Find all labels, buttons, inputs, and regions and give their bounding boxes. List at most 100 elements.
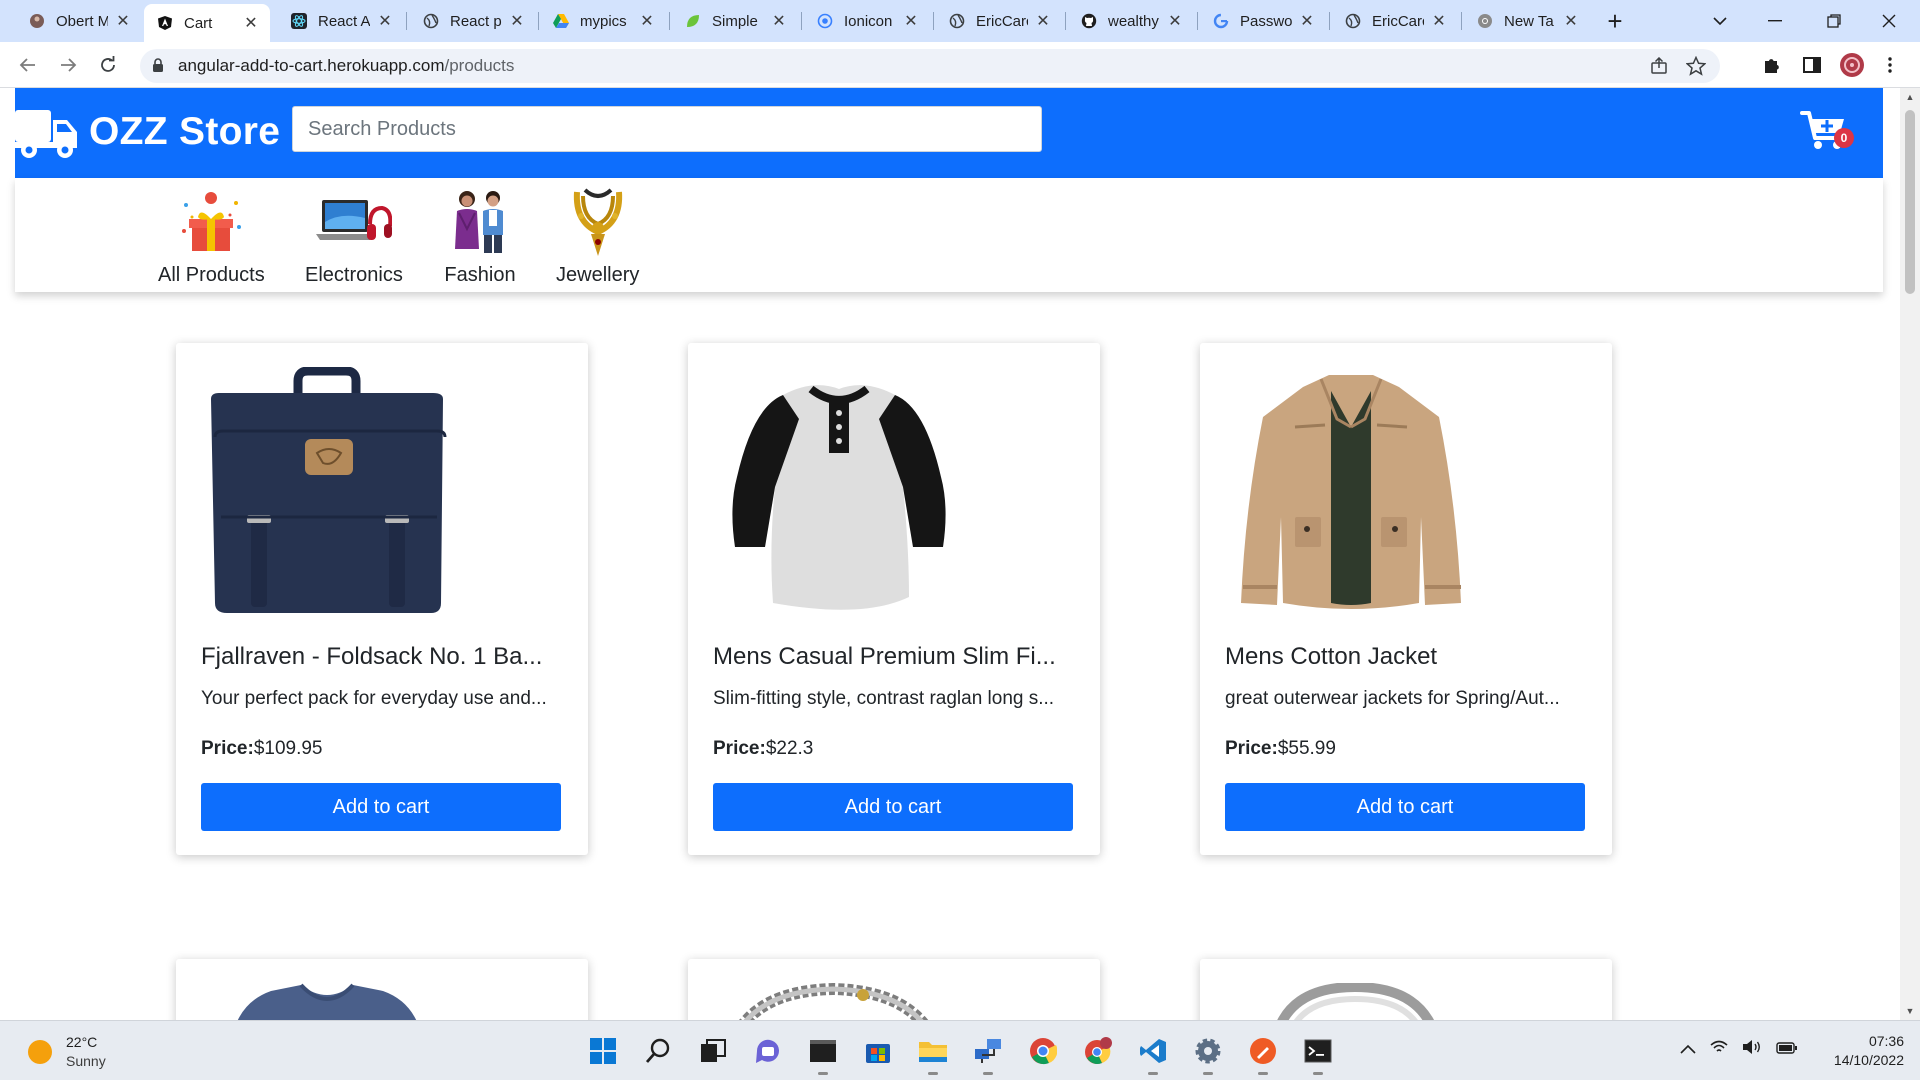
- taskbar-vscode-app[interactable]: [1135, 1033, 1171, 1075]
- taskbar-search-button[interactable]: [640, 1033, 676, 1069]
- browser-tab-strip: Obert M ✕ Cart ✕ React A ✕ React p ✕ myp…: [0, 0, 1920, 42]
- reload-button[interactable]: [92, 49, 124, 81]
- product-card: Fjallraven - Foldsack No. 1 Ba... Your p…: [176, 343, 588, 855]
- taskbar-settings-app[interactable]: [1190, 1033, 1226, 1075]
- task-view-button[interactable]: [695, 1033, 731, 1069]
- address-bar[interactable]: angular-add-to-cart.herokuapp.com/produc…: [140, 49, 1720, 83]
- raglan-shirt-image: [713, 367, 965, 615]
- category-jewellery[interactable]: Jewellery: [556, 186, 639, 287]
- page-scrollbar[interactable]: ▲ ▼: [1900, 88, 1920, 1020]
- browser-tab[interactable]: New Ta ✕: [1464, 6, 1590, 36]
- tab-divider: [669, 12, 670, 30]
- clock-date: 14/10/2022: [1833, 1052, 1904, 1068]
- add-to-cart-button[interactable]: Add to cart: [713, 783, 1073, 831]
- forward-button[interactable]: [52, 49, 84, 81]
- browser-tab[interactable]: Obert M ✕: [16, 6, 142, 36]
- taskbar-postman-app[interactable]: [1245, 1033, 1281, 1075]
- store-brand-name: OZZ Store: [89, 110, 281, 153]
- taskbar-cmd-app[interactable]: [1300, 1033, 1336, 1075]
- product-title[interactable]: Mens Cotton Jacket: [1225, 643, 1595, 671]
- share-icon[interactable]: [1650, 56, 1668, 80]
- gold-necklace-icon: [560, 186, 636, 258]
- taskbar-network-app[interactable]: [970, 1033, 1006, 1075]
- taskbar-chrome-app[interactable]: [1025, 1033, 1061, 1069]
- browser-tab-active[interactable]: Cart ✕: [144, 4, 270, 42]
- tab-close-icon[interactable]: ✕: [1034, 11, 1052, 31]
- browser-tab[interactable]: wealthy ✕: [1068, 6, 1194, 36]
- tab-close-icon[interactable]: ✕: [114, 11, 132, 31]
- page-viewport: OZZ Store 0: [0, 88, 1920, 1020]
- volume-icon[interactable]: [1742, 1039, 1762, 1060]
- price-label: Price:: [713, 738, 766, 759]
- chrome-menu-button[interactable]: [1878, 49, 1902, 81]
- taskbar-store-app[interactable]: [860, 1033, 896, 1069]
- browser-tab[interactable]: Simple ✕: [672, 6, 798, 36]
- weather-temperature: 22°C: [66, 1034, 98, 1050]
- tab-label: Ionicon: [844, 12, 893, 30]
- tab-divider: [1461, 12, 1462, 30]
- tab-close-icon[interactable]: ✕: [638, 11, 656, 31]
- globe-icon: [1344, 12, 1362, 30]
- taskbar-terminal-app[interactable]: [805, 1033, 841, 1075]
- taskbar-chrome-profile-app[interactable]: [1080, 1033, 1116, 1069]
- browser-tab[interactable]: EricCarc ✕: [1332, 6, 1458, 36]
- cart-count-badge: 0: [1834, 128, 1854, 148]
- tab-close-icon[interactable]: ✕: [376, 11, 394, 31]
- category-fashion[interactable]: Fashion: [442, 186, 518, 287]
- product-title[interactable]: Mens Casual Premium Slim Fi...: [713, 643, 1083, 671]
- teams-chat-button[interactable]: [750, 1033, 786, 1069]
- tab-label: React A: [318, 12, 370, 30]
- scroll-up-arrow-icon[interactable]: ▲: [1900, 88, 1920, 106]
- show-hidden-icons-button[interactable]: [1680, 1041, 1696, 1059]
- category-all-products[interactable]: All Products: [158, 186, 265, 287]
- browser-tab[interactable]: React A ✕: [278, 6, 404, 36]
- tab-label: Simple: [712, 12, 758, 30]
- weather-widget[interactable]: 22°C Sunny: [28, 1033, 106, 1071]
- store-logo[interactable]: OZZ Store: [15, 102, 280, 162]
- add-to-cart-button[interactable]: Add to cart: [1225, 783, 1585, 831]
- browser-tab[interactable]: mypics ✕: [540, 6, 666, 36]
- cart-button[interactable]: 0: [1800, 110, 1864, 156]
- browser-tab[interactable]: EricCarc ✕: [936, 6, 1062, 36]
- side-panel-button[interactable]: [1796, 49, 1828, 81]
- start-button[interactable]: [585, 1033, 621, 1069]
- product-title[interactable]: Fjallraven - Foldsack No. 1 Ba...: [201, 643, 571, 671]
- system-tray: [1680, 1039, 1798, 1060]
- category-bar: All Products Electronics Fashion Jewelle…: [15, 178, 1883, 292]
- tab-close-icon[interactable]: ✕: [902, 11, 920, 31]
- tab-close-icon[interactable]: ✕: [508, 11, 526, 31]
- browser-tab[interactable]: Ionicon ✕: [804, 6, 930, 36]
- taskbar-clock[interactable]: 07:36 14/10/2022: [1820, 1032, 1904, 1070]
- add-to-cart-button[interactable]: Add to cart: [201, 783, 561, 831]
- extensions-button[interactable]: [1756, 49, 1788, 81]
- scrollbar-thumb[interactable]: [1905, 110, 1915, 294]
- profile-button[interactable]: [1836, 49, 1868, 81]
- taskbar-file-explorer[interactable]: [915, 1033, 951, 1075]
- close-window-button[interactable]: [1858, 0, 1920, 42]
- category-electronics[interactable]: Electronics: [305, 186, 403, 287]
- scroll-down-arrow-icon[interactable]: ▼: [1900, 1002, 1920, 1020]
- battery-icon[interactable]: [1776, 1041, 1798, 1059]
- address-host: angular-add-to-cart.herokuapp.com: [178, 56, 445, 75]
- store-header: OZZ Store 0: [15, 88, 1883, 178]
- bookmark-star-icon[interactable]: [1685, 55, 1707, 81]
- tab-close-icon[interactable]: ✕: [770, 11, 788, 31]
- search-input[interactable]: [292, 106, 1042, 152]
- wifi-icon[interactable]: [1710, 1040, 1728, 1059]
- new-tab-button[interactable]: +: [1600, 6, 1630, 36]
- tab-close-icon[interactable]: ✕: [1562, 11, 1580, 31]
- tab-close-icon[interactable]: ✕: [1430, 11, 1448, 31]
- tab-close-icon[interactable]: ✕: [242, 13, 260, 33]
- product-card: [1200, 959, 1612, 1020]
- browser-tab[interactable]: Passwor ✕: [1200, 6, 1326, 36]
- tab-close-icon[interactable]: ✕: [1298, 11, 1316, 31]
- postman-icon: [1250, 1038, 1276, 1064]
- browser-tab[interactable]: React p ✕: [410, 6, 536, 36]
- tab-divider: [933, 12, 934, 30]
- tab-divider: [801, 12, 802, 30]
- close-icon: [1882, 14, 1896, 28]
- back-button[interactable]: [12, 49, 44, 81]
- chat-icon: [756, 1039, 779, 1063]
- tab-close-icon[interactable]: ✕: [1166, 11, 1184, 31]
- puzzle-icon: [1765, 59, 1779, 73]
